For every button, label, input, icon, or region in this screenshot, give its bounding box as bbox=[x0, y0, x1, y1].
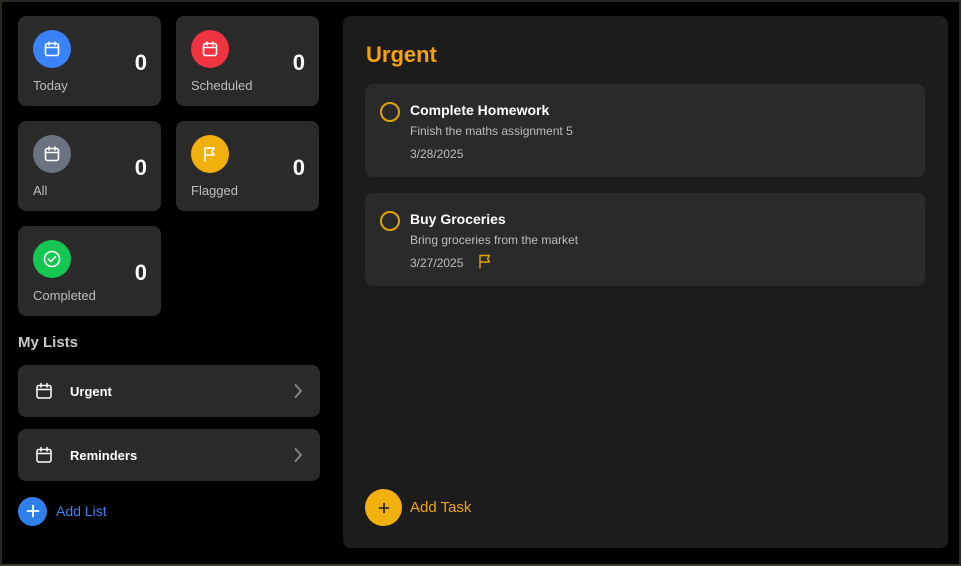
task-description: Bring groceries from the market bbox=[410, 233, 579, 247]
add-task-button[interactable]: Add Task bbox=[365, 489, 471, 526]
task-checkbox[interactable] bbox=[380, 211, 400, 231]
summary-card-flagged[interactable]: 0 Flagged bbox=[176, 121, 319, 211]
flagged-label: Flagged bbox=[191, 183, 238, 198]
task-panel: Urgent Complete Homework Finish the math… bbox=[343, 16, 948, 548]
calendar-icon bbox=[33, 135, 71, 173]
summary-card-scheduled[interactable]: 0 Scheduled bbox=[176, 16, 319, 106]
today-label: Today bbox=[33, 78, 68, 93]
task-title: Complete Homework bbox=[410, 102, 550, 118]
list-item-label: Reminders bbox=[70, 448, 138, 463]
calendar-icon bbox=[36, 382, 52, 399]
summary-card-today[interactable]: 0 Today bbox=[18, 16, 161, 106]
add-list-label: Add List bbox=[56, 503, 107, 519]
task-date: 3/28/2025 bbox=[410, 147, 464, 161]
completed-label: Completed bbox=[33, 288, 96, 303]
chevron-right-icon bbox=[294, 448, 302, 462]
completed-count: 0 bbox=[134, 260, 147, 285]
calendar-icon bbox=[36, 446, 52, 463]
chevron-right-icon bbox=[294, 384, 302, 398]
task-date: 3/27/2025 bbox=[410, 256, 464, 270]
plus-icon bbox=[365, 489, 402, 526]
task-title: Buy Groceries bbox=[410, 211, 506, 227]
summary-card-completed[interactable]: 0 Completed bbox=[18, 226, 161, 316]
my-lists-heading: My Lists bbox=[18, 334, 79, 351]
add-task-label: Add Task bbox=[410, 499, 472, 516]
all-count: 0 bbox=[134, 155, 147, 180]
task-checkbox[interactable] bbox=[380, 102, 400, 122]
list-item-urgent[interactable]: Urgent bbox=[18, 365, 320, 417]
page-title: Urgent bbox=[366, 42, 437, 67]
all-label: All bbox=[33, 183, 48, 198]
scheduled-count: 0 bbox=[292, 50, 305, 75]
scheduled-label: Scheduled bbox=[191, 78, 253, 93]
summary-card-all[interactable]: 0 All bbox=[18, 121, 161, 211]
calendar-icon bbox=[33, 30, 71, 68]
calendar-icon bbox=[191, 30, 229, 68]
today-count: 0 bbox=[134, 50, 147, 75]
add-list-button[interactable]: Add List bbox=[18, 496, 107, 526]
flagged-count: 0 bbox=[292, 155, 305, 180]
task-item[interactable]: Buy Groceries Bring groceries from the m… bbox=[365, 193, 925, 286]
check-circle-icon bbox=[33, 240, 71, 278]
flag-icon bbox=[191, 135, 229, 173]
flag-icon bbox=[479, 254, 491, 269]
list-item-reminders[interactable]: Reminders bbox=[18, 429, 320, 481]
task-description: Finish the maths assignment 5 bbox=[410, 124, 573, 138]
list-item-label: Urgent bbox=[70, 384, 112, 399]
plus-icon bbox=[18, 496, 47, 526]
task-item[interactable]: Complete Homework Finish the maths assig… bbox=[365, 84, 925, 177]
